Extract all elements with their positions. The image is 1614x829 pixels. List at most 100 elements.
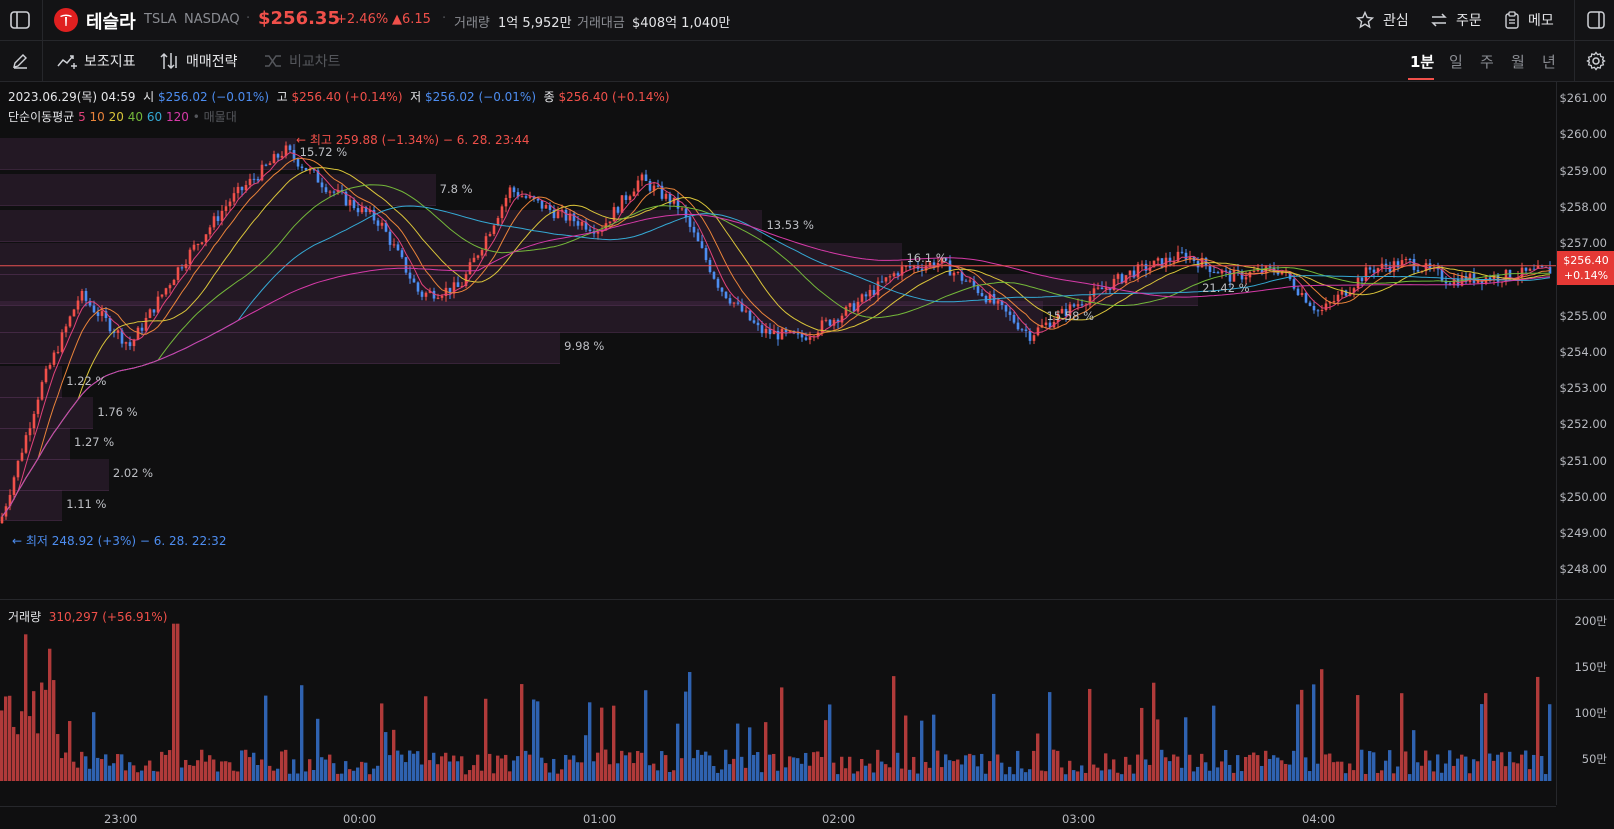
- memo-button[interactable]: 메모: [1528, 10, 1554, 30]
- current-price-tag-price: $256.40: [1563, 254, 1609, 267]
- candle-body: [276, 154, 280, 158]
- volume-bar: [112, 763, 116, 781]
- volume-bar: [172, 623, 176, 781]
- candle-body: [884, 277, 888, 282]
- vol-axis-50: 50만: [1581, 752, 1607, 766]
- candle-body: [108, 318, 112, 332]
- volume-bar: [388, 755, 392, 781]
- candle-body: [24, 435, 28, 453]
- price-chart[interactable]: 2023.06.29(목) 04:59 시 $256.02 (−0.01%) 고…: [0, 82, 1556, 598]
- price-axis[interactable]: $261.00$260.00$259.00$258.00$257.00$256.…: [1556, 82, 1614, 805]
- volume-bar: [764, 722, 768, 781]
- strategy-button[interactable]: 매매전략: [186, 51, 238, 71]
- volume-bar: [1088, 688, 1092, 781]
- time-label-0400: 04:00: [1302, 812, 1336, 826]
- volume-bar: [760, 772, 764, 781]
- volume-bar: [1208, 770, 1212, 781]
- candle-body: [160, 294, 164, 297]
- volume-bar: [1188, 754, 1192, 781]
- volume-bar: [436, 764, 440, 781]
- volume-bar: [1368, 751, 1372, 781]
- candle-body: [868, 289, 872, 297]
- volume-bar: [932, 714, 936, 781]
- volume-bar: [736, 723, 740, 781]
- volume-bar: [228, 762, 232, 781]
- clipboard-icon[interactable]: [1501, 9, 1523, 31]
- volume-bar: [1124, 756, 1128, 781]
- candle-body: [804, 337, 808, 340]
- ma-legend[interactable]: 단순이동평균 5 10 20 40 60 120 • 매물대: [8, 108, 237, 125]
- indicators-button[interactable]: 보조지표: [84, 51, 136, 71]
- volume-bar: [164, 754, 168, 781]
- star-icon[interactable]: [1354, 9, 1376, 31]
- volume-bar: [300, 685, 304, 781]
- ma10-label: 10: [89, 110, 105, 124]
- volume-pane[interactable]: 거래량 310,297 (+56.91%): [0, 600, 1556, 805]
- volume-bar: [524, 750, 528, 781]
- volume-bar: [756, 752, 760, 781]
- candle-body: [1184, 252, 1188, 260]
- indicator-icon[interactable]: [56, 50, 78, 72]
- volume-bar: [740, 756, 744, 781]
- order-button[interactable]: 주문: [1456, 10, 1482, 30]
- tab-week[interactable]: 주: [1480, 51, 1494, 72]
- volume-bar: [132, 765, 136, 781]
- volume-bar: [1200, 753, 1204, 781]
- candle-body: [476, 255, 480, 258]
- candle-body: [264, 164, 268, 166]
- candle-body: [572, 213, 576, 222]
- candle-body: [860, 294, 864, 302]
- candle-body: [152, 309, 156, 313]
- strategy-icon[interactable]: [158, 50, 180, 72]
- volume-bar: [60, 758, 64, 781]
- volume-bar: [336, 773, 340, 781]
- volume-profile-percent: 1.76 %: [97, 404, 138, 419]
- volume-bar: [772, 753, 776, 781]
- volume-bar: [996, 754, 1000, 781]
- volume-bar: [456, 761, 460, 781]
- candle-body: [52, 352, 56, 365]
- price-axis-label: $261.00: [1559, 91, 1607, 105]
- volume-bar: [244, 749, 248, 781]
- candle-body: [12, 477, 16, 495]
- tab-day[interactable]: 일: [1449, 51, 1463, 72]
- volume-bar: [1452, 765, 1456, 781]
- volume-bar: [148, 760, 152, 781]
- settings-gear-icon[interactable]: [1584, 49, 1608, 73]
- tab-month[interactable]: 월: [1511, 51, 1525, 72]
- volume-bar: [632, 763, 636, 781]
- volume-bar: [56, 734, 60, 781]
- volume-bar: [712, 766, 716, 781]
- low-label: 저: [410, 90, 422, 104]
- candle-body: [408, 272, 412, 279]
- volume-bar: [1008, 766, 1012, 781]
- swap-arrows-icon[interactable]: [1428, 9, 1450, 31]
- tab-year[interactable]: 년: [1542, 51, 1556, 72]
- candle-body: [1336, 294, 1340, 302]
- open-value: $256.02 (−0.01%): [158, 90, 270, 104]
- watchlist-button[interactable]: 관심: [1383, 10, 1409, 30]
- candle-body: [620, 195, 624, 213]
- volume-legend-value: 310,297 (+56.91%): [48, 610, 168, 624]
- candle-body: [852, 303, 856, 312]
- volume-bar: [1108, 769, 1112, 781]
- panel-toggle-icon[interactable]: [1584, 8, 1608, 32]
- volume-bars: [0, 623, 1552, 781]
- pencil-icon[interactable]: [8, 49, 32, 73]
- volume-bar: [168, 750, 172, 781]
- time-axis[interactable]: 23:00 00:00 01:00 02:00 03:00 04:00: [0, 806, 1556, 829]
- candle-body: [324, 187, 328, 193]
- tab-1min[interactable]: 1분: [1410, 51, 1434, 72]
- volume-bar: [972, 755, 976, 781]
- candle-body: [1384, 263, 1388, 267]
- volume-bar: [1216, 767, 1220, 781]
- volume-bar: [508, 771, 512, 781]
- candle-body: [684, 208, 688, 218]
- volume-bar: [844, 768, 848, 781]
- ohlc-date: 2023.06.29(목) 04:59: [8, 90, 136, 104]
- time-label-0000: 00:00: [343, 812, 377, 826]
- candle-body: [72, 309, 76, 317]
- sidebar-toggle-icon[interactable]: [8, 8, 32, 32]
- volume-bar: [296, 773, 300, 781]
- candle-body: [664, 193, 668, 199]
